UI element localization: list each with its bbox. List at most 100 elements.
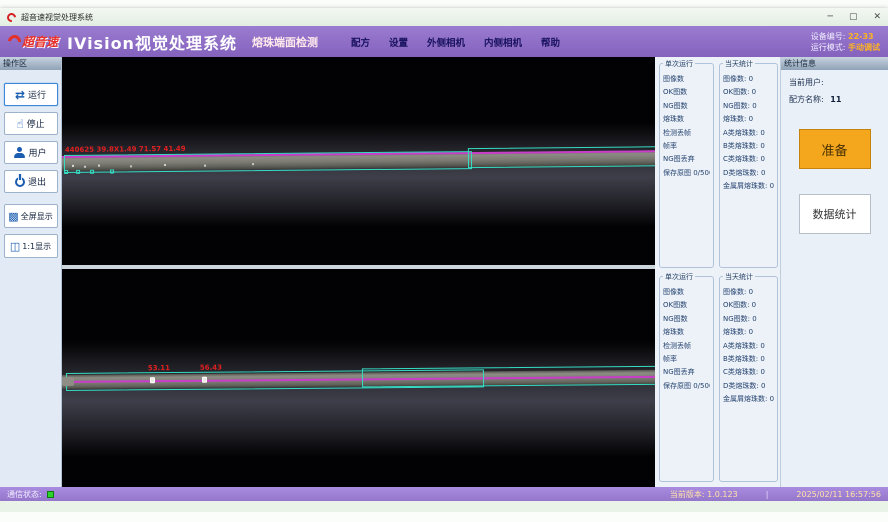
app-subtitle: 熔珠端面检测 (252, 34, 318, 50)
stop-hand-icon: ☝ (16, 118, 23, 130)
menu-bar: 配方 设置 外侧相机 内侧相机 帮助 (351, 35, 560, 49)
run-mode-label: 运行模式: (811, 43, 846, 52)
measurement-label: 56.43 (200, 365, 222, 372)
power-icon (15, 177, 25, 187)
stat-row: OK图数 (663, 300, 710, 313)
stats-section-top: 单次运行 图像数OK图数NG图数熔珠数检测丢帧帧率NG图丢弃保存原图 0/500… (659, 63, 776, 268)
stat-row: 金属屑熔珠数: 0 (723, 394, 774, 407)
info-panel-title: 统计信息 (781, 57, 888, 70)
user-icon (14, 147, 25, 158)
fullscreen-icon: ▩ (8, 211, 18, 222)
stat-row: NG图数 (663, 101, 710, 114)
maximize-button[interactable]: ▢ (849, 13, 858, 22)
stat-row: 图像数: 0 (723, 74, 774, 87)
window-title: 超音速视觉处理系统 (21, 12, 93, 23)
stat-row: 熔珠数 (663, 327, 710, 340)
app-header: 超音速 IVision视觉处理系统 熔珠端面检测 配方设置外侧相机内侧相机帮助 … (0, 26, 888, 57)
run-icon: ⇄ (15, 89, 25, 101)
stat-row: 图像数 (663, 287, 710, 300)
defect-mark (202, 377, 207, 383)
device-info: 设备编号: 22-33 运行模式: 手动调试 (811, 31, 880, 53)
current-user-label: 当前用户: (789, 78, 824, 87)
stats-column: 单次运行 图像数OK图数NG图数熔珠数检测丢帧帧率NG图丢弃保存原图 0/500… (655, 57, 780, 487)
today-stats-groupbox: 当天统计 图像数: 0OK图数: 0NG图数: 0熔珠数: 0A类熔珠数: 0B… (719, 63, 778, 268)
brand-swoosh-icon (5, 32, 23, 50)
stat-row: 金属屑熔珠数: 0 (723, 181, 774, 194)
comm-status-label: 通信状态: (7, 489, 42, 500)
menu-item[interactable]: 外侧相机 (427, 35, 465, 49)
user-button[interactable]: 用户 (4, 141, 58, 164)
version-label: 当前版本: (670, 490, 705, 499)
stat-row: D类熔珠数: 0 (723, 168, 774, 181)
detection-tick (76, 170, 80, 174)
app-logo-icon (5, 11, 18, 24)
stat-row: A类熔珠数: 0 (723, 128, 774, 141)
stat-row: 检测丢帧 (663, 128, 710, 141)
menu-item[interactable]: 设置 (389, 35, 408, 49)
status-bar: 通信状态: 当前版本: 1.0.123 | 2025/02/11 16:57:5… (0, 487, 888, 501)
camera-gradient-band (62, 341, 655, 457)
stat-row: 图像数: 0 (723, 287, 774, 300)
minimize-button[interactable]: ─ (828, 13, 833, 22)
menu-item[interactable]: 配方 (351, 35, 370, 49)
stop-button[interactable]: ☝ 停止 (4, 112, 58, 135)
single-run-groupbox: 单次运行 图像数OK图数NG图数熔珠数检测丢帧帧率NG图丢弃保存原图 0/500 (659, 63, 714, 268)
stat-row: 检测丢帧 (663, 341, 710, 354)
stat-row: NG图丢弃 (663, 367, 710, 380)
camera-display-area: 440625 39.8X1.49 71.57 41.49 53.11 56.43 (62, 57, 655, 487)
stat-row: 保存原图 0/500 (663, 381, 710, 394)
data-statistics-button[interactable]: 数据统计 (799, 194, 871, 234)
one-to-one-icon: ◫ (10, 241, 20, 252)
fullscreen-button[interactable]: ▩ 全屏显示 (4, 204, 58, 228)
operation-sidebar: 操作区 ⇄ 运行 ☝ 停止 用户 退出 (0, 57, 62, 487)
stat-row: OK图数: 0 (723, 87, 774, 100)
device-number-value: 22-33 (848, 32, 874, 41)
recipe-name-value: 11 (830, 95, 841, 104)
device-number-label: 设备编号: (811, 32, 846, 41)
stat-row: 帧率 (663, 141, 710, 154)
menu-item[interactable]: 帮助 (541, 35, 560, 49)
stat-row: 熔珠数 (663, 114, 710, 127)
stat-row: C类熔珠数: 0 (723, 367, 774, 380)
stat-row: 熔珠数: 0 (723, 327, 774, 340)
run-mode-value: 手动调试 (848, 43, 880, 52)
camera-view-top: 440625 39.8X1.49 71.57 41.49 (62, 57, 655, 265)
app-title: IVision视觉处理系统 (67, 30, 237, 54)
measurement-annotation: 440625 39.8X1.49 71.57 41.49 (65, 146, 186, 154)
stat-row: NG图数 (663, 314, 710, 327)
desktop-strip (0, 501, 888, 512)
detection-tick (110, 170, 114, 174)
one-to-one-button[interactable]: ◫ 1:1显示 (4, 234, 58, 258)
camera-gradient-band (62, 123, 655, 227)
stat-row: B类熔珠数: 0 (723, 354, 774, 367)
detection-tick (90, 170, 94, 174)
defect-mark (150, 377, 155, 383)
prepare-button[interactable]: 准备 (799, 129, 871, 169)
today-stats-groupbox: 当天统计 图像数: 0OK图数: 0NG图数: 0熔珠数: 0A类熔珠数: 0B… (719, 276, 778, 482)
stat-row: 帧率 (663, 354, 710, 367)
close-button[interactable]: ✕ (873, 13, 881, 22)
version-value: 1.0.123 (707, 490, 738, 499)
recipe-name-label: 配方名称: (789, 95, 824, 104)
app-window: 超音速视觉处理系统 ─ ▢ ✕ 超音速 IVision视觉处理系统 熔珠端面检测… (0, 8, 888, 501)
detection-roi-box (468, 146, 655, 168)
run-button[interactable]: ⇄ 运行 (4, 83, 58, 106)
status-separator: | (766, 490, 769, 499)
sidebar-title: 操作区 (0, 57, 61, 70)
stat-row: 保存原图 0/500 (663, 168, 710, 181)
detection-tick (64, 170, 68, 174)
stat-row: 图像数 (663, 74, 710, 87)
comm-status-led (47, 491, 54, 498)
stat-row: D类熔珠数: 0 (723, 381, 774, 394)
exit-button[interactable]: 退出 (4, 170, 58, 193)
datetime-value: 2025/02/11 16:57:56 (796, 490, 881, 499)
stat-row: B类熔珠数: 0 (723, 141, 774, 154)
single-run-groupbox: 单次运行 图像数OK图数NG图数熔珠数检测丢帧帧率NG图丢弃保存原图 0/500 (659, 276, 714, 482)
stat-row: 熔珠数: 0 (723, 114, 774, 127)
stat-row: NG图数: 0 (723, 314, 774, 327)
stat-row: NG图丢弃 (663, 154, 710, 167)
detection-roi-box (362, 366, 655, 388)
camera-view-bottom: 53.11 56.43 (62, 269, 655, 487)
measurement-label: 53.11 (148, 365, 170, 372)
menu-item[interactable]: 内侧相机 (484, 35, 522, 49)
